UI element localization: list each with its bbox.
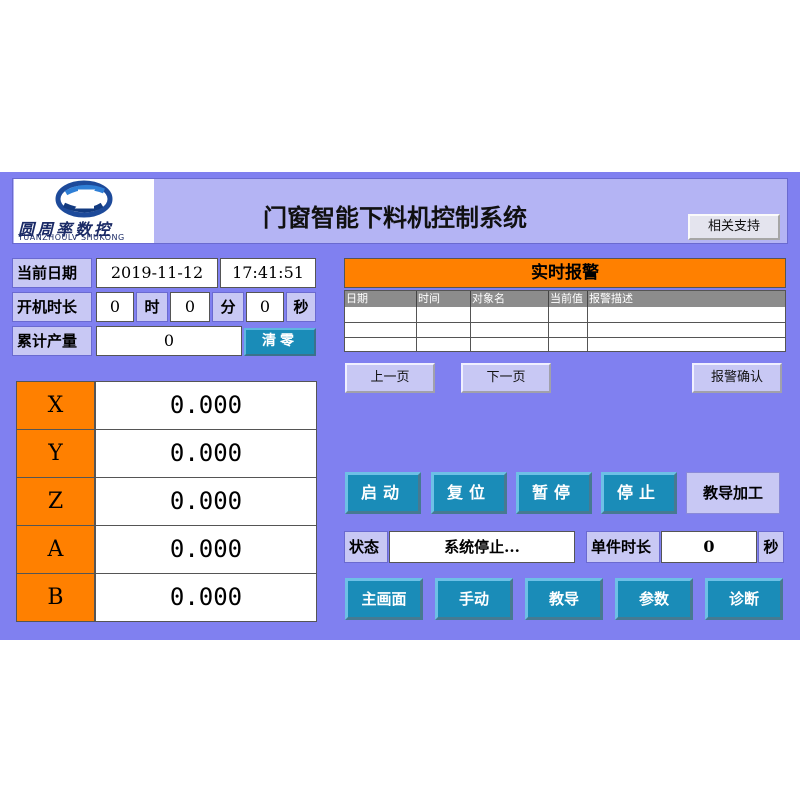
date-value: 2019-11-12 — [96, 258, 218, 288]
column-current-value: 当前值 — [549, 291, 588, 307]
pause-button[interactable]: 暂停 — [516, 472, 592, 514]
teach-button[interactable]: 教导 — [525, 578, 603, 620]
main-screen-button[interactable]: 主画面 — [345, 578, 423, 620]
table-col-divider — [587, 307, 588, 351]
diagnostics-button[interactable]: 诊断 — [705, 578, 783, 620]
axis-y-value: 0.000 — [95, 429, 317, 478]
uptime-hours-value: 0 — [96, 292, 134, 322]
clear-output-button[interactable]: 清零 — [244, 328, 316, 356]
table-row-divider — [345, 337, 785, 338]
axis-z-value: 0.000 — [95, 477, 317, 526]
time-value: 17:41:51 — [220, 258, 316, 288]
parameters-button[interactable]: 参数 — [615, 578, 693, 620]
cycle-time-unit: 秒 — [758, 531, 784, 563]
table-col-divider — [548, 307, 549, 351]
axis-z-label: Z — [16, 477, 95, 526]
uptime-seconds-value: 0 — [246, 292, 284, 322]
axis-a-value: 0.000 — [95, 525, 317, 574]
axis-b-value: 0.000 — [95, 573, 317, 622]
manual-button[interactable]: 手动 — [435, 578, 513, 620]
column-object: 对象名 — [471, 291, 549, 307]
teach-process-button[interactable]: 教导加工 — [686, 472, 780, 514]
axis-y-label: Y — [16, 429, 95, 478]
stop-button[interactable]: 停止 — [601, 472, 677, 514]
seconds-unit: 秒 — [286, 292, 316, 322]
uptime-minutes-value: 0 — [170, 292, 210, 322]
column-description: 报警描述 — [589, 292, 633, 305]
table-col-divider — [470, 307, 471, 351]
alarm-table[interactable]: 日期 时间 对象名 当前值 报警描述 — [344, 290, 786, 352]
cycle-time-value: 0 — [661, 531, 757, 563]
page-title: 门窗智能下料机控制系统 — [263, 204, 527, 232]
hours-unit: 时 — [136, 292, 168, 322]
column-time: 时间 — [417, 291, 471, 307]
axis-b-label: B — [16, 573, 95, 622]
alarm-title: 实时报警 — [344, 258, 786, 288]
column-date: 日期 — [345, 291, 417, 307]
status-value: 系统停止... — [389, 531, 575, 563]
table-row-divider — [345, 322, 785, 323]
logo-swirl-icon — [55, 180, 113, 218]
alarm-confirm-button[interactable]: 报警确认 — [692, 363, 782, 393]
status-label: 状态 — [344, 531, 388, 563]
alarm-table-header: 日期 时间 对象名 当前值 报警描述 — [345, 291, 785, 307]
next-page-button[interactable]: 下一页 — [461, 363, 551, 393]
support-button[interactable]: 相关支持 — [688, 214, 780, 240]
start-button[interactable]: 启动 — [345, 472, 421, 514]
reset-button[interactable]: 复位 — [431, 472, 507, 514]
logo-english-text: YUANZHOULV SHUKONG — [18, 233, 125, 242]
minutes-unit: 分 — [212, 292, 244, 322]
date-label: 当前日期 — [12, 258, 92, 288]
cycle-time-label: 单件时长 — [586, 531, 660, 563]
output-value: 0 — [96, 326, 242, 356]
prev-page-button[interactable]: 上一页 — [345, 363, 435, 393]
axis-a-label: A — [16, 525, 95, 574]
axis-x-value: 0.000 — [95, 381, 317, 430]
output-label: 累计产量 — [12, 326, 92, 356]
axis-x-label: X — [16, 381, 95, 430]
table-col-divider — [416, 307, 417, 351]
uptime-label: 开机时长 — [12, 292, 92, 322]
